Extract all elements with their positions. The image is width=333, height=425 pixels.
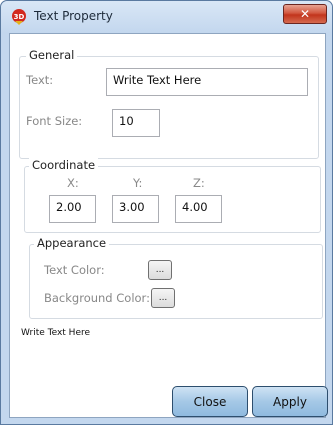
z-coordinate-input[interactable]: 4.00 [175, 195, 222, 223]
general-legend: General [26, 48, 78, 62]
close-button[interactable]: Close [172, 386, 248, 417]
font-size-input[interactable]: 10 [112, 109, 160, 137]
text-property-window: 3D Text Property ✕ General Text: Write T… [0, 0, 333, 425]
background-color-label: Background Color: [44, 291, 150, 305]
background-color-picker-button[interactable]: ... [151, 288, 175, 308]
text-color-label: Text Color: [44, 263, 105, 277]
y-coordinate-input[interactable]: 3.00 [112, 195, 159, 223]
appearance-group: Appearance Text Color: ... Background Co… [29, 236, 323, 319]
dialog-body: General Text: Write Text Here Font Size:… [9, 33, 328, 418]
3d-logo-icon: 3D [12, 9, 26, 25]
text-label: Text: [26, 73, 54, 87]
apply-button[interactable]: Apply [252, 386, 328, 417]
title-bar[interactable]: 3D Text Property ✕ [1, 1, 332, 33]
appearance-legend: Appearance [34, 236, 110, 250]
coordinate-group: Coordinate X: Y: Z: 2.00 3.00 4.00 [24, 158, 321, 233]
close-icon: ✕ [299, 7, 311, 21]
general-group: General Text: Write Text Here Font Size:… [19, 48, 319, 159]
coordinate-legend: Coordinate [29, 158, 99, 172]
x-label: X: [67, 176, 79, 190]
x-coordinate-input[interactable]: 2.00 [49, 195, 96, 223]
svg-text:3D: 3D [14, 13, 25, 21]
window-title: Text Property [34, 9, 113, 23]
text-color-picker-button[interactable]: ... [148, 260, 172, 280]
font-size-label: Font Size: [26, 114, 83, 128]
y-label: Y: [133, 176, 143, 190]
text-preview: Write Text Here [21, 328, 91, 338]
text-input[interactable]: Write Text Here [106, 68, 308, 96]
z-label: Z: [193, 176, 205, 190]
close-window-button[interactable]: ✕ [283, 4, 327, 24]
